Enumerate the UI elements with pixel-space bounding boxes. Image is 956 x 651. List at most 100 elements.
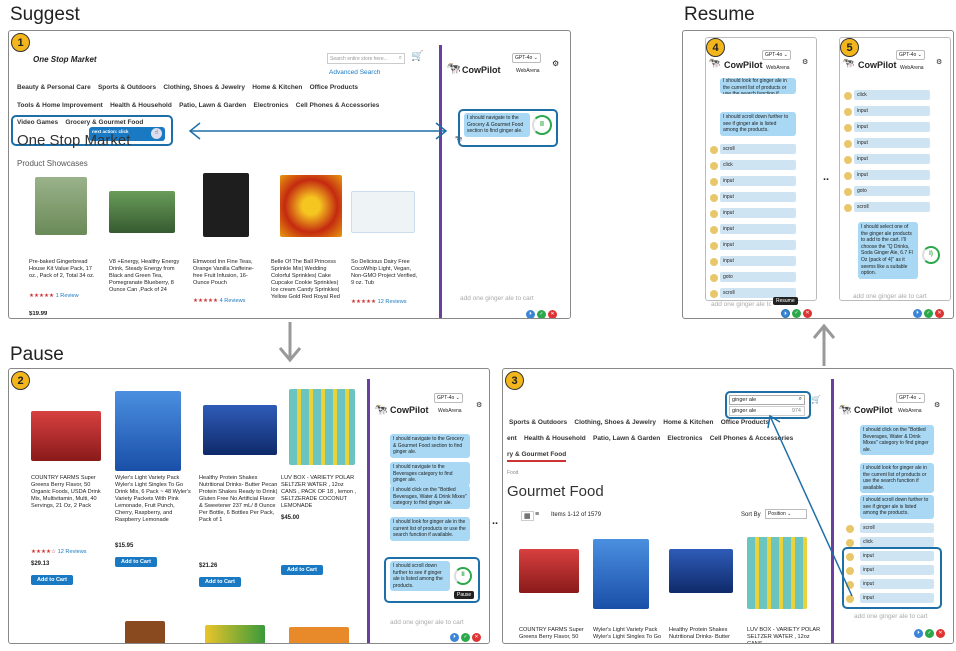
nav-item[interactable]: Health & Household	[524, 435, 586, 442]
action-item: scroll	[854, 202, 930, 212]
product-name[interactable]: Wyler's Light Variety Pack Wyler's Light…	[115, 475, 193, 524]
model-select[interactable]: GPT-4o ⌄	[512, 53, 541, 63]
nav-item[interactable]: Patio, Lawn & Garden	[179, 102, 246, 109]
add-to-cart-button[interactable]: Add to Cart	[281, 565, 323, 575]
reject-icon[interactable]: ✕	[472, 633, 481, 642]
model-select[interactable]: GPT-4o ⌄	[762, 50, 791, 60]
accept-icon[interactable]: ✓	[461, 633, 470, 642]
store-logo[interactable]: One Stop Market	[33, 55, 97, 64]
product-name-3[interactable]: Elmwood Inn Fine Teas, Orange Vanilla Ca…	[193, 259, 263, 287]
nav-item[interactable]: Home & Kitchen	[252, 84, 302, 91]
model-select[interactable]: GPT-4o ⌄	[896, 50, 925, 60]
product-image-1[interactable]	[35, 177, 87, 235]
review-link[interactable]: 1 Review	[56, 293, 79, 299]
timer-ring[interactable]: I)	[922, 246, 940, 264]
product-name-5[interactable]: So Delicious Dairy Free CocoWhip Light, …	[351, 259, 419, 287]
product-image[interactable]	[31, 411, 101, 461]
copilot-sidebar: 🐄 CowPilot GPT-4o ⌄ WebArena ⚙ 🐄 I shoul…	[439, 45, 570, 318]
model-select[interactable]: GPT-4o ⌄	[434, 393, 463, 403]
product-image[interactable]	[593, 539, 649, 609]
product-image-3[interactable]	[203, 173, 249, 237]
review-link[interactable]: 4 Reviews	[220, 298, 246, 304]
cart-icon[interactable]: 🛒	[811, 395, 821, 404]
product-image[interactable]	[289, 627, 349, 643]
user-avatar	[710, 242, 718, 250]
mode-select[interactable]: WebArena	[764, 64, 792, 72]
product-image-5[interactable]	[351, 191, 415, 233]
nav-item[interactable]: ent	[507, 435, 517, 442]
run-control-icon[interactable]: ⏵	[450, 633, 459, 642]
product-image[interactable]	[519, 549, 579, 593]
add-to-cart-button[interactable]: Add to Cart	[31, 575, 73, 585]
product-image-4[interactable]	[280, 175, 342, 237]
nav-item[interactable]: Home & Kitchen	[663, 419, 713, 426]
nav-item[interactable]: Patio, Lawn & Garden	[593, 435, 660, 442]
product-image-2[interactable]	[109, 191, 175, 233]
run-control-icon[interactable]: ⏵	[914, 629, 923, 638]
list-view-icon[interactable]: ≡	[535, 511, 539, 518]
model-select[interactable]: GPT-4o ⌄	[896, 393, 925, 403]
product-name[interactable]: COUNTRY FARMS Super Greens Berry Flavor,…	[519, 627, 589, 641]
nav-item[interactable]: Tools & Home Improvement	[17, 102, 103, 109]
nav-item-active[interactable]: ry & Gourmet Food	[507, 451, 566, 458]
product-name[interactable]: Healthy Protein Shakes Nutritional Drink…	[199, 475, 279, 524]
accept-icon[interactable]: ✓	[792, 309, 801, 318]
agent-bubble: I should scroll down further to see if g…	[860, 495, 934, 519]
gear-icon[interactable]: ⚙	[552, 59, 559, 68]
reject-icon[interactable]: ✕	[936, 629, 945, 638]
reject-icon[interactable]: ✕	[803, 309, 812, 318]
mode-select[interactable]: WebArena	[898, 64, 926, 72]
add-to-cart-button[interactable]: Add to Cart	[115, 557, 157, 567]
nav-item[interactable]: Beauty & Personal Care	[17, 84, 91, 91]
product-name[interactable]: LUV BOX - VARIETY POLAR SELTZER WATER , …	[747, 627, 823, 643]
nav-item[interactable]: Clothing, Shoes & Jewelry	[163, 84, 245, 91]
nav-item[interactable]: Health & Household	[110, 102, 172, 109]
action-item: scroll	[720, 144, 796, 154]
add-to-cart-button[interactable]: Add to Cart	[199, 577, 241, 587]
accept-icon[interactable]: ✓	[924, 309, 933, 318]
run-control-icon[interactable]: ⏵	[526, 310, 535, 318]
mode-select[interactable]: WebArena	[436, 407, 464, 415]
product-name[interactable]: Healthy Protein Shakes Nutritional Drink…	[669, 627, 743, 641]
gear-icon[interactable]: ⚙	[934, 401, 940, 409]
prompt-text: add one ginger ale to cart	[711, 301, 771, 308]
product-name-4[interactable]: Belle Of The Ball Princess Sprinkle Mix|…	[271, 259, 345, 301]
search-icon[interactable]: ⌕	[399, 55, 402, 62]
nav-item[interactable]: Sports & Outdoors	[98, 84, 156, 91]
nav-item[interactable]: Sports & Outdoors	[509, 419, 567, 426]
nav-item[interactable]: Cell Phones & Accessories	[296, 102, 380, 109]
product-image[interactable]	[205, 625, 265, 643]
gear-icon[interactable]: ⚙	[476, 401, 482, 409]
product-name[interactable]: LUV BOX - VARIETY POLAR SELTZER WATER , …	[281, 475, 357, 510]
mode-select[interactable]: WebArena	[896, 407, 924, 415]
review-link[interactable]: 12 Reviews	[378, 299, 407, 305]
gear-icon[interactable]: ⚙	[802, 58, 808, 66]
review-link[interactable]: 12 Reviews	[58, 549, 87, 555]
search-input[interactable]: Search entire store here... ⌕	[327, 53, 405, 64]
product-name-1[interactable]: Pre-baked Gingerbread House Kit Value Pa…	[29, 259, 95, 280]
accept-icon[interactable]: ✓	[537, 310, 546, 318]
product-name-2[interactable]: V8 +Energy, Healthy Energy Drink, Steady…	[109, 259, 185, 294]
product-image[interactable]	[669, 549, 733, 593]
cart-icon[interactable]: 🛒	[411, 51, 423, 62]
product-image[interactable]	[115, 391, 181, 471]
nav-item[interactable]: Office Products	[310, 84, 358, 91]
product-image[interactable]	[203, 405, 277, 455]
nav-item[interactable]: Electronics	[254, 102, 289, 109]
gear-icon[interactable]: ⚙	[936, 58, 942, 66]
nav-item[interactable]: Electronics	[667, 435, 702, 442]
product-name[interactable]: COUNTRY FARMS Super Greens Berry Flavor,…	[31, 475, 105, 510]
nav-item[interactable]: Clothing, Shoes & Jewelry	[574, 419, 656, 426]
reject-icon[interactable]: ✕	[935, 309, 944, 318]
mode-select[interactable]: WebArena	[514, 67, 542, 75]
product-image[interactable]	[289, 389, 355, 465]
product-image[interactable]	[125, 621, 165, 643]
advanced-search-link[interactable]: Advanced Search	[329, 69, 380, 76]
grid-view-icon[interactable]: ▦	[521, 511, 534, 521]
product-name[interactable]: Wyler's Light Variety Pack Wyler's Light…	[593, 627, 667, 641]
accept-icon[interactable]: ✓	[925, 629, 934, 638]
resume-button[interactable]: ⏵	[781, 309, 790, 318]
reject-icon[interactable]: ✕	[548, 310, 557, 318]
action-item: goto	[854, 186, 930, 196]
run-control-icon[interactable]: ⏵	[913, 309, 922, 318]
